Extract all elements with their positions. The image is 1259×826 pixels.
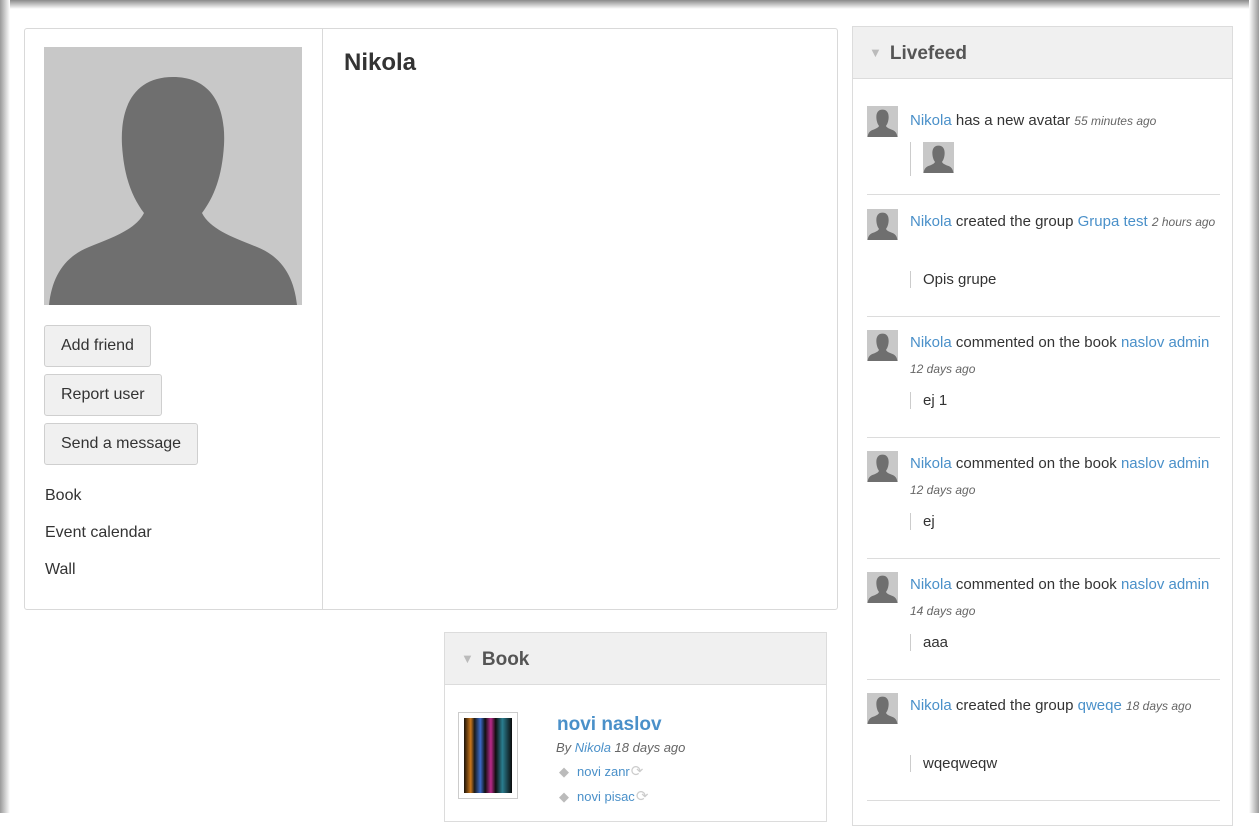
user-silhouette-icon[interactable] <box>867 209 898 240</box>
feed-item: Nikola commented on the book naslov admi… <box>867 451 1220 559</box>
book-widget: ▼ Book novi naslov By Nikola 18 days ago … <box>444 632 827 822</box>
feed-content: aaa <box>910 634 948 651</box>
user-silhouette-icon[interactable] <box>867 572 898 603</box>
feed-item: Nikola created the group qweqe 18 days a… <box>867 693 1220 801</box>
profile-link-book[interactable]: Book <box>45 487 81 505</box>
tag-icon: ◆ <box>559 764 569 779</box>
book-time: 18 days ago <box>614 740 686 755</box>
profile-panel: Add friend Report user Send a message Bo… <box>24 28 838 610</box>
profile-name: Nikola <box>344 49 417 76</box>
book-cover[interactable] <box>458 712 518 799</box>
livefeed-widget: ▼ Livefeed Nikola has a new avatar 55 min… <box>852 26 1233 826</box>
user-silhouette-icon <box>49 77 297 305</box>
window-shadow-right <box>1249 0 1259 813</box>
feed-user-link[interactable]: Nikola <box>910 697 952 714</box>
feed-action: commented on the book <box>955 576 1117 593</box>
feed-text: Nikola has a new avatar 55 minutes ago <box>910 108 1222 134</box>
feed-item: Nikola created the group Grupa test 2 ho… <box>867 209 1220 317</box>
feed-object-link[interactable]: qweqe <box>1078 697 1122 714</box>
book-meta: By Nikola 18 days ago <box>556 740 685 755</box>
livefeed-header[interactable]: ▼ Livefeed <box>853 27 1232 79</box>
feed-action: created the group <box>955 213 1074 230</box>
book-tag: ◆ novi pisac⟳ <box>559 787 648 805</box>
window-shadow-left <box>0 0 10 813</box>
report-user-button[interactable]: Report user <box>44 374 162 416</box>
user-silhouette-icon[interactable] <box>867 106 898 137</box>
feed-user-link[interactable]: Nikola <box>910 576 952 593</box>
feed-object-link[interactable]: naslov admin <box>1121 455 1209 472</box>
feed-time: 55 minutes ago <box>1074 114 1157 128</box>
feed-time: 2 hours ago <box>1151 215 1216 229</box>
feed-time: 12 days ago <box>910 483 976 497</box>
book-tag: ◆ novi zanr⟳ <box>559 762 643 780</box>
book-tag-link[interactable]: novi zanr <box>577 764 630 779</box>
feed-content: Opis grupe <box>910 271 996 288</box>
book-cover-image <box>464 718 512 793</box>
feed-text: Nikola commented on the book naslov admi… <box>910 451 1222 503</box>
user-silhouette-icon[interactable] <box>867 451 898 482</box>
feed-content: ej <box>910 513 935 530</box>
feed-text: Nikola created the group Grupa test 2 ho… <box>910 209 1222 235</box>
book-by-label: By <box>556 740 572 755</box>
refresh-icon[interactable]: ⟳ <box>636 788 649 805</box>
feed-action: commented on the book <box>955 455 1117 472</box>
profile-avatar <box>44 47 302 305</box>
feed-object-link[interactable]: naslov admin <box>1121 334 1209 351</box>
livefeed-title: Livefeed <box>889 43 967 64</box>
collapse-triangle-icon[interactable]: ▼ <box>461 651 474 666</box>
feed-object-link[interactable]: naslov admin <box>1121 576 1209 593</box>
refresh-icon[interactable]: ⟳ <box>631 763 644 780</box>
feed-text: Nikola commented on the book naslov admi… <box>910 330 1222 382</box>
feed-text: Nikola created the group qweqe 18 days a… <box>910 693 1222 719</box>
feed-object-link[interactable]: Grupa test <box>1078 213 1148 230</box>
book-widget-title: Book <box>481 649 530 670</box>
feed-content <box>910 142 954 176</box>
profile-link-wall[interactable]: Wall <box>45 561 76 579</box>
feed-text: Nikola commented on the book naslov admi… <box>910 572 1222 624</box>
feed-user-link[interactable]: Nikola <box>910 213 952 230</box>
profile-link-event-calendar[interactable]: Event calendar <box>45 524 152 542</box>
send-message-button[interactable]: Send a message <box>44 423 199 465</box>
profile-sidebar: Add friend Report user Send a message Bo… <box>25 29 323 609</box>
feed-item: Nikola commented on the book naslov admi… <box>867 572 1220 680</box>
feed-content: wqeqweqw <box>910 755 997 772</box>
feed-time: 14 days ago <box>910 604 976 618</box>
book-widget-header[interactable]: ▼ Book <box>445 633 826 685</box>
user-silhouette-icon[interactable] <box>867 693 898 724</box>
user-silhouette-icon[interactable] <box>923 142 954 173</box>
add-friend-button[interactable]: Add friend <box>44 325 151 367</box>
feed-item: Nikola has a new avatar 55 minutes ago <box>867 106 1220 195</box>
user-silhouette-icon[interactable] <box>867 330 898 361</box>
feed-user-link[interactable]: Nikola <box>910 455 952 472</box>
feed-time: 12 days ago <box>910 362 976 376</box>
feed-action: commented on the book <box>955 334 1117 351</box>
book-title-link[interactable]: novi naslov <box>557 714 662 736</box>
feed-item: Nikola commented on the book naslov admi… <box>867 330 1220 438</box>
window-shadow-top <box>0 0 1259 9</box>
feed-action: has a new avatar <box>955 112 1071 129</box>
book-author-link[interactable]: Nikola <box>575 740 611 755</box>
tag-icon: ◆ <box>559 789 569 804</box>
feed-time: 18 days ago <box>1126 699 1192 713</box>
feed-action: created the group <box>955 697 1074 714</box>
feed-user-link[interactable]: Nikola <box>910 334 952 351</box>
book-tag-link[interactable]: novi pisac <box>577 789 635 804</box>
feed-user-link[interactable]: Nikola <box>910 112 952 129</box>
collapse-triangle-icon[interactable]: ▼ <box>869 45 882 60</box>
feed-content: ej 1 <box>910 392 947 409</box>
